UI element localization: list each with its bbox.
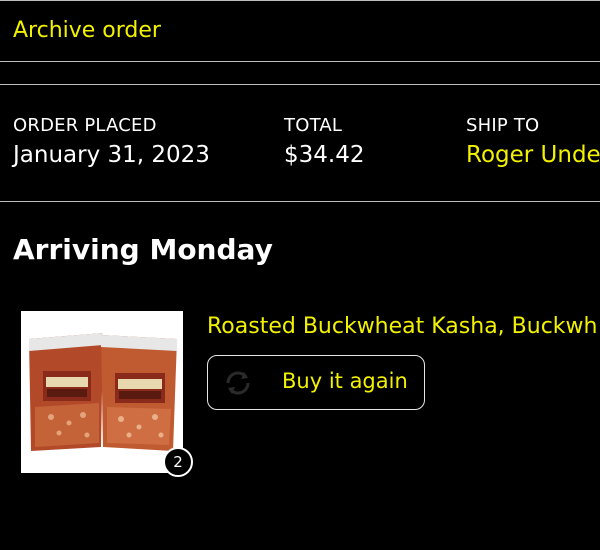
buy-it-again-button[interactable]: Buy it again: [207, 355, 425, 410]
quantity-badge: 2: [163, 447, 193, 477]
ship-to-label: SHIP TO: [466, 115, 540, 136]
order-total-value: $34.42: [284, 142, 365, 168]
order-placed-label: ORDER PLACED: [13, 115, 157, 136]
archive-order-link[interactable]: Archive order: [13, 18, 161, 43]
product-title-link[interactable]: Roasted Buckwheat Kasha, Buckwh: [207, 314, 597, 339]
order-page: Archive order ORDER PLACED January 31, 2…: [0, 0, 600, 550]
order-total-column: TOTAL $34.42: [284, 115, 364, 168]
order-total-label: TOTAL: [284, 115, 343, 136]
product-image: [21, 311, 183, 473]
product-thumbnail[interactable]: [21, 311, 183, 473]
order-placed-date: January 31, 2023: [13, 142, 210, 168]
delivery-status-heading: Arriving Monday: [13, 233, 273, 266]
buy-again-cycle-icon: [226, 371, 250, 395]
archive-row: Archive order: [0, 0, 600, 62]
order-placed-column: ORDER PLACED January 31, 2023: [13, 115, 210, 168]
ship-to-name-link[interactable]: Roger Unde: [466, 142, 600, 168]
order-summary-header: ORDER PLACED January 31, 2023 TOTAL $34.…: [0, 84, 600, 202]
buy-it-again-label: Buy it again: [282, 369, 408, 393]
ship-to-column: SHIP TO Roger Unde: [466, 115, 600, 168]
